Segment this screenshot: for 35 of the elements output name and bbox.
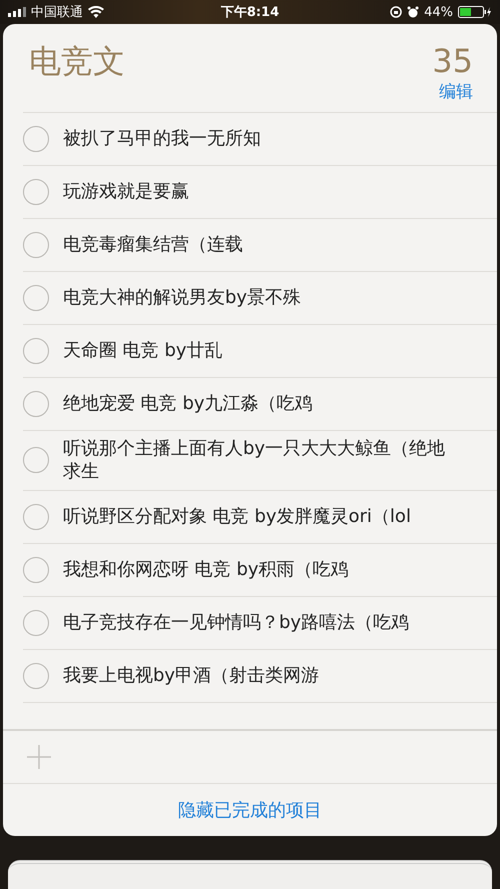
item-count: 35 bbox=[432, 42, 473, 80]
reminder-text[interactable]: 天命圈 电竞 by廿乱 bbox=[63, 339, 263, 363]
checkbox[interactable] bbox=[23, 338, 49, 364]
checkbox[interactable] bbox=[23, 610, 49, 636]
status-time: 下午8:14 bbox=[220, 4, 280, 21]
checkbox[interactable] bbox=[23, 179, 49, 205]
alarm-icon bbox=[407, 6, 420, 18]
carrier-name: 中国联通 bbox=[31, 4, 83, 21]
reminder-text[interactable]: 我要上电视by甲酒（射击类网游 bbox=[63, 664, 360, 688]
hide-completed-button[interactable]: 隐藏已完成的项目 bbox=[172, 797, 328, 823]
plus-icon[interactable] bbox=[27, 745, 51, 769]
checkbox[interactable] bbox=[23, 662, 49, 689]
reminder-text[interactable]: 电子竞技存在一见钟情吗？by路嘻法（吃鸡 bbox=[63, 611, 450, 634]
checkbox[interactable] bbox=[23, 556, 49, 583]
battery-icon bbox=[458, 6, 492, 18]
wifi-icon bbox=[88, 6, 104, 18]
signal-icon bbox=[8, 7, 26, 17]
battery-percent: 44% bbox=[424, 4, 453, 20]
reminder-text[interactable]: 被扒了马甲的我一无所知 bbox=[63, 127, 301, 151]
checkbox[interactable] bbox=[23, 232, 49, 258]
rotation-lock-icon bbox=[390, 6, 402, 18]
checkbox[interactable] bbox=[23, 285, 49, 311]
reminder-text[interactable]: 电竞大神的解说男友by景不殊 bbox=[63, 286, 342, 310]
reminder-text[interactable]: 我想和你网恋呀 电竞 by积雨（吃鸡 bbox=[63, 558, 389, 582]
reminder-text[interactable]: 听说那个主播上面有人by一只大大大鲸鱼（绝地求生 bbox=[63, 437, 497, 484]
reminder-text[interactable]: 听说野区分配对象 电竞 by发胖魔灵ori（lol bbox=[63, 505, 451, 528]
reminder-text[interactable]: 电竞毒瘤集结营（连载 bbox=[63, 233, 283, 257]
checkbox[interactable] bbox=[23, 504, 49, 530]
list-title: 电竞文 bbox=[29, 42, 125, 82]
edit-button[interactable]: 编辑 bbox=[439, 80, 473, 104]
reminder-text[interactable]: 玩游戏就是要赢 bbox=[63, 180, 229, 204]
reminder-text[interactable]: 绝地宠爱 电竞 by九江淼（吃鸡 bbox=[63, 392, 353, 416]
checkbox[interactable] bbox=[23, 447, 49, 474]
checkbox[interactable] bbox=[23, 391, 49, 417]
checkbox[interactable] bbox=[23, 126, 49, 152]
